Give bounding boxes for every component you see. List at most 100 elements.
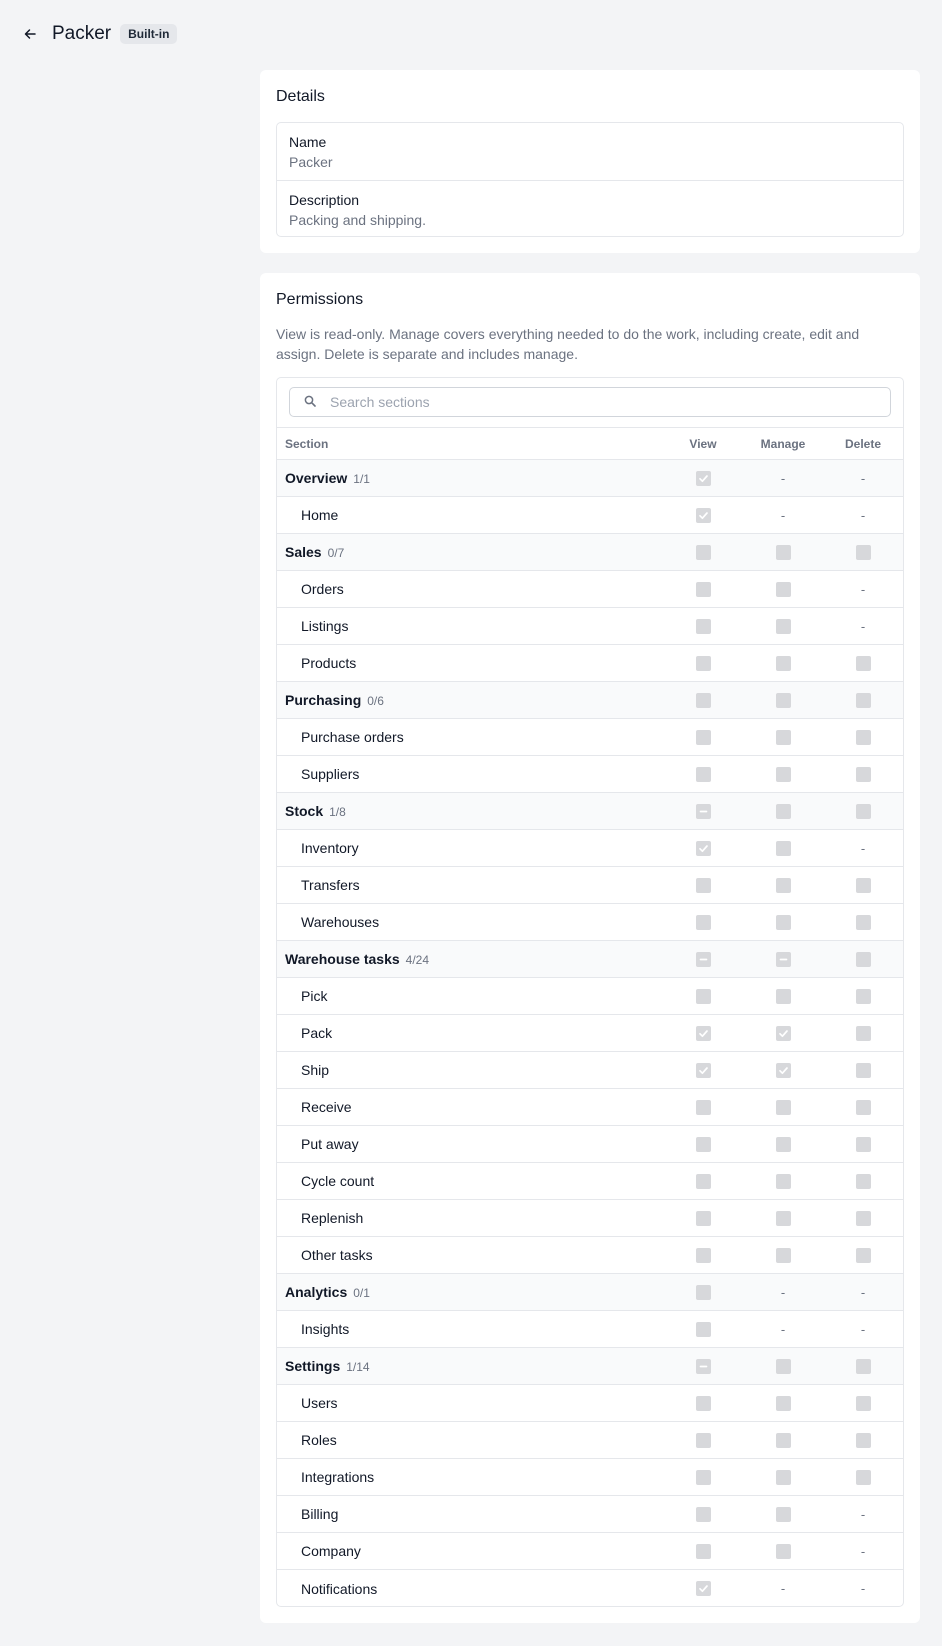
view-checkbox[interactable] — [695, 1432, 711, 1448]
view-checkbox[interactable] — [695, 544, 711, 560]
view-checkbox[interactable] — [695, 507, 711, 523]
view-checkbox[interactable] — [695, 1321, 711, 1337]
view-checkbox[interactable] — [695, 729, 711, 745]
delete-checkbox[interactable] — [855, 1025, 871, 1041]
manage-checkbox[interactable] — [775, 951, 791, 967]
view-checkbox[interactable] — [695, 1395, 711, 1411]
delete-checkbox[interactable] — [855, 544, 871, 560]
view-checkbox[interactable] — [695, 766, 711, 782]
view-checkbox[interactable] — [695, 988, 711, 1004]
manage-checkbox[interactable] — [775, 1395, 791, 1411]
search-input[interactable] — [330, 389, 890, 415]
manage-checkbox[interactable] — [775, 1173, 791, 1189]
delete-checkbox[interactable] — [855, 1173, 871, 1189]
delete-checkbox[interactable] — [855, 803, 871, 819]
view-checkbox[interactable] — [695, 1173, 711, 1189]
section-row-cycle-count: Cycle count — [277, 1163, 903, 1200]
delete-checkbox[interactable] — [855, 1395, 871, 1411]
delete-checkbox[interactable] — [855, 1099, 871, 1115]
delete-checkbox[interactable] — [855, 988, 871, 1004]
view-checkbox[interactable] — [695, 840, 711, 856]
manage-checkbox[interactable] — [775, 914, 791, 930]
view-checkbox[interactable] — [695, 581, 711, 597]
delete-checkbox[interactable] — [855, 1469, 871, 1485]
search-field[interactable] — [289, 387, 891, 417]
manage-checkbox[interactable] — [775, 1506, 791, 1522]
view-checkbox[interactable] — [695, 618, 711, 634]
view-checkbox[interactable] — [695, 692, 711, 708]
manage-checkbox[interactable] — [775, 692, 791, 708]
view-checkbox[interactable] — [695, 1581, 711, 1596]
manage-checkbox[interactable] — [775, 1062, 791, 1078]
view-checkbox[interactable] — [695, 1062, 711, 1078]
details-title: Details — [276, 88, 325, 105]
view-checkbox[interactable] — [695, 803, 711, 819]
delete-checkbox[interactable] — [855, 1062, 871, 1078]
section-count: 0/6 — [367, 694, 384, 708]
manage-checkbox[interactable] — [775, 1136, 791, 1152]
manage-checkbox[interactable] — [775, 729, 791, 745]
manage-checkbox[interactable] — [775, 1543, 791, 1559]
view-checkbox[interactable] — [695, 877, 711, 893]
top-bar: Packer Built-in — [20, 18, 178, 50]
view-checkbox[interactable] — [695, 951, 711, 967]
manage-checkbox[interactable] — [775, 655, 791, 671]
view-checkbox[interactable] — [695, 1247, 711, 1263]
manage-checkbox[interactable] — [775, 1247, 791, 1263]
manage-checkbox[interactable] — [775, 1469, 791, 1485]
delete-checkbox[interactable] — [855, 1247, 871, 1263]
view-checkbox[interactable] — [695, 1210, 711, 1226]
manage-checkbox[interactable] — [775, 544, 791, 560]
manage-checkbox[interactable] — [775, 1099, 791, 1115]
view-checkbox[interactable] — [695, 1469, 711, 1485]
delete-cell — [823, 766, 903, 782]
view-checkbox[interactable] — [695, 470, 711, 486]
delete-cell: - — [823, 1285, 903, 1300]
manage-checkbox[interactable] — [775, 766, 791, 782]
view-cell — [663, 692, 743, 708]
view-cell — [663, 507, 743, 523]
manage-checkbox[interactable] — [775, 840, 791, 856]
delete-checkbox[interactable] — [855, 877, 871, 893]
view-checkbox[interactable] — [695, 1506, 711, 1522]
back-button[interactable] — [20, 24, 40, 44]
view-checkbox[interactable] — [695, 1099, 711, 1115]
manage-checkbox[interactable] — [775, 581, 791, 597]
delete-checkbox[interactable] — [855, 1432, 871, 1448]
delete-checkbox[interactable] — [855, 951, 871, 967]
delete-checkbox[interactable] — [855, 655, 871, 671]
details-card: Details Name Packer Description Packing … — [260, 70, 920, 253]
description-field: Description Packing and shipping. — [277, 180, 903, 237]
section-name: Transfers — [277, 877, 663, 893]
manage-checkbox[interactable] — [775, 1025, 791, 1041]
manage-checkbox[interactable] — [775, 988, 791, 1004]
delete-checkbox[interactable] — [855, 1210, 871, 1226]
view-checkbox[interactable] — [695, 1543, 711, 1559]
delete-checkbox[interactable] — [855, 1136, 871, 1152]
view-checkbox[interactable] — [695, 1284, 711, 1300]
view-checkbox[interactable] — [695, 1136, 711, 1152]
manage-checkbox[interactable] — [775, 1358, 791, 1374]
manage-checkbox[interactable] — [775, 1432, 791, 1448]
delete-cell — [823, 877, 903, 893]
delete-checkbox[interactable] — [855, 1358, 871, 1374]
section-row-suppliers: Suppliers — [277, 756, 903, 793]
section-name: Purchase orders — [277, 729, 663, 745]
section-label: Purchasing — [285, 692, 362, 708]
view-cell — [663, 1136, 743, 1152]
view-checkbox[interactable] — [695, 914, 711, 930]
delete-checkbox[interactable] — [855, 914, 871, 930]
delete-checkbox[interactable] — [855, 729, 871, 745]
manage-checkbox[interactable] — [775, 877, 791, 893]
section-label: Inventory — [301, 840, 359, 856]
view-checkbox[interactable] — [695, 1025, 711, 1041]
manage-checkbox[interactable] — [775, 803, 791, 819]
delete-checkbox[interactable] — [855, 766, 871, 782]
manage-checkbox[interactable] — [775, 618, 791, 634]
manage-checkbox[interactable] — [775, 1210, 791, 1226]
manage-cell — [743, 1469, 823, 1485]
view-checkbox[interactable] — [695, 655, 711, 671]
section-label: Ship — [301, 1062, 330, 1078]
delete-checkbox[interactable] — [855, 692, 871, 708]
view-checkbox[interactable] — [695, 1358, 711, 1374]
